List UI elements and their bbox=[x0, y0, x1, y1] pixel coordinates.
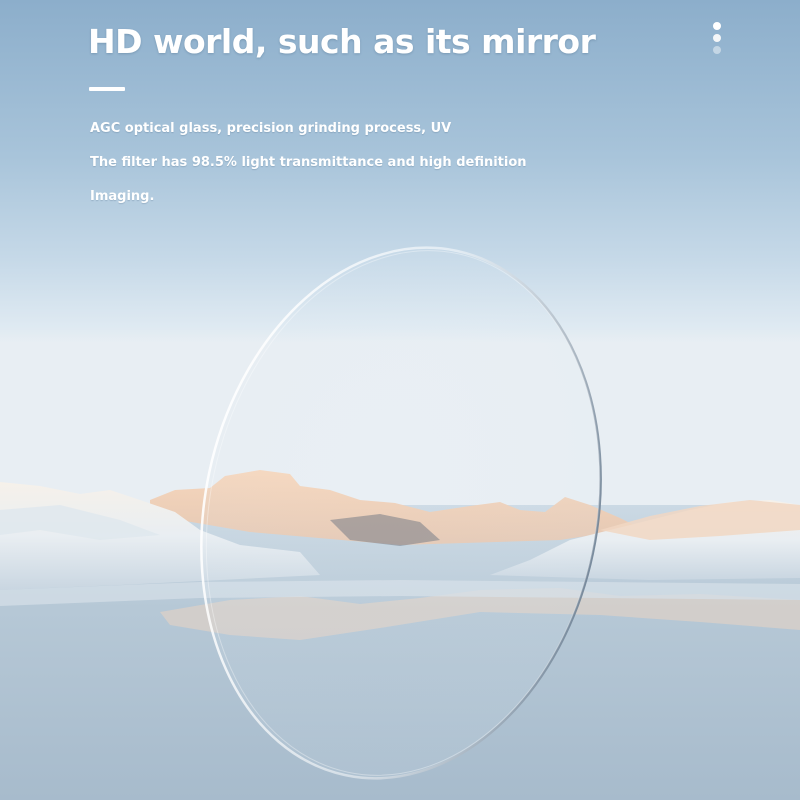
description-line: AGC optical glass, precision grinding pr… bbox=[90, 121, 452, 136]
carousel-dot-3[interactable] bbox=[713, 46, 721, 54]
carousel-indicator bbox=[711, 22, 723, 58]
description-line: The filter has 98.5% light transmittance… bbox=[90, 155, 527, 170]
carousel-dot-1[interactable] bbox=[713, 22, 721, 30]
description-line: Imaging. bbox=[90, 189, 155, 204]
carousel-dot-2[interactable] bbox=[713, 34, 721, 42]
feature-description: AGC optical glass, precision grinding pr… bbox=[90, 112, 610, 214]
title-underline bbox=[89, 87, 125, 91]
page-title: HD world, such as its mirror bbox=[88, 22, 596, 61]
